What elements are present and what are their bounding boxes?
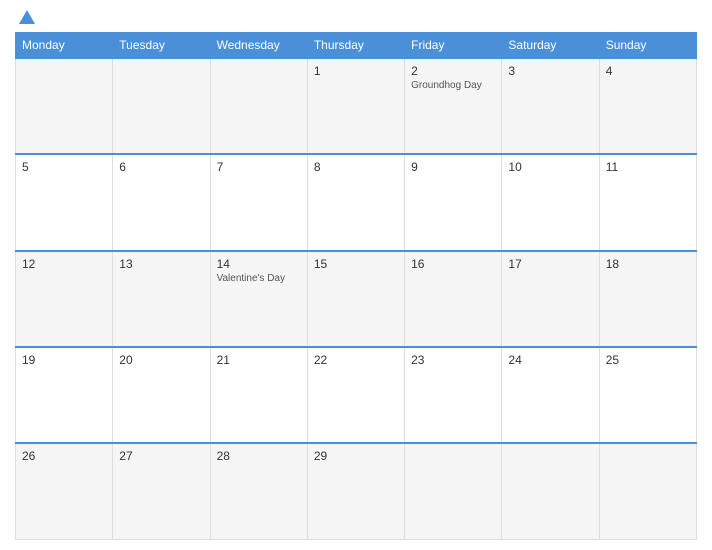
day-number: 7 <box>217 160 301 174</box>
week-row-3: 12 13 14 Valentine's Day 15 16 17 18 <box>16 251 697 347</box>
calendar-header: MondayTuesdayWednesdayThursdayFridaySatu… <box>16 33 697 59</box>
day-header-thursday: Thursday <box>307 33 404 59</box>
calendar-cell: 22 <box>307 347 404 443</box>
calendar-cell: 24 <box>502 347 599 443</box>
day-header-tuesday: Tuesday <box>113 33 210 59</box>
day-number: 16 <box>411 257 495 271</box>
day-number: 24 <box>508 353 592 367</box>
day-header-sunday: Sunday <box>599 33 696 59</box>
logo <box>15 10 35 24</box>
calendar-cell: 1 <box>307 58 404 154</box>
calendar-cell: 9 <box>405 154 502 250</box>
holiday-label: Valentine's Day <box>217 273 301 284</box>
day-number: 2 <box>411 64 495 78</box>
logo-triangle-icon <box>19 10 35 24</box>
calendar-cell: 25 <box>599 347 696 443</box>
calendar-cell: 7 <box>210 154 307 250</box>
calendar-cell: 19 <box>16 347 113 443</box>
day-number: 28 <box>217 449 301 463</box>
calendar-cell: 13 <box>113 251 210 347</box>
calendar-cell: 5 <box>16 154 113 250</box>
header <box>15 10 697 24</box>
day-header-wednesday: Wednesday <box>210 33 307 59</box>
calendar-cell: 16 <box>405 251 502 347</box>
calendar-cell <box>210 58 307 154</box>
calendar-cell: 21 <box>210 347 307 443</box>
day-number: 23 <box>411 353 495 367</box>
calendar-cell: 3 <box>502 58 599 154</box>
day-number: 14 <box>217 257 301 271</box>
calendar-cell: 4 <box>599 58 696 154</box>
day-number: 29 <box>314 449 398 463</box>
day-header-monday: Monday <box>16 33 113 59</box>
day-number: 20 <box>119 353 203 367</box>
days-header-row: MondayTuesdayWednesdayThursdayFridaySatu… <box>16 33 697 59</box>
calendar-cell <box>599 443 696 539</box>
week-row-1: 12 Groundhog Day 34 <box>16 58 697 154</box>
calendar-cell: 23 <box>405 347 502 443</box>
day-number: 4 <box>606 64 690 78</box>
calendar-cell: 26 <box>16 443 113 539</box>
week-row-5: 26 27 28 29 <box>16 443 697 539</box>
page: MondayTuesdayWednesdayThursdayFridaySatu… <box>0 0 712 550</box>
calendar-cell: 27 <box>113 443 210 539</box>
day-number: 26 <box>22 449 106 463</box>
day-number: 21 <box>217 353 301 367</box>
calendar-cell <box>113 58 210 154</box>
calendar-cell: 11 <box>599 154 696 250</box>
calendar-cell: 28 <box>210 443 307 539</box>
day-number: 3 <box>508 64 592 78</box>
day-header-saturday: Saturday <box>502 33 599 59</box>
calendar-body: 12Groundhog Day34567891011121314Valentin… <box>16 58 697 540</box>
calendar-cell: 18 <box>599 251 696 347</box>
calendar-cell: 17 <box>502 251 599 347</box>
calendar-cell: 6 <box>113 154 210 250</box>
day-number: 13 <box>119 257 203 271</box>
calendar-cell <box>405 443 502 539</box>
day-number: 18 <box>606 257 690 271</box>
day-number: 9 <box>411 160 495 174</box>
day-number: 12 <box>22 257 106 271</box>
day-number: 10 <box>508 160 592 174</box>
day-number: 8 <box>314 160 398 174</box>
calendar-cell: 8 <box>307 154 404 250</box>
day-number: 25 <box>606 353 690 367</box>
calendar-cell: 12 <box>16 251 113 347</box>
calendar-cell: 29 <box>307 443 404 539</box>
calendar-cell <box>502 443 599 539</box>
calendar-cell: 20 <box>113 347 210 443</box>
calendar-cell: 15 <box>307 251 404 347</box>
day-number: 11 <box>606 160 690 174</box>
holiday-label: Groundhog Day <box>411 80 495 91</box>
day-number: 6 <box>119 160 203 174</box>
week-row-2: 56789 10 11 <box>16 154 697 250</box>
calendar-cell: 2 Groundhog Day <box>405 58 502 154</box>
day-number: 15 <box>314 257 398 271</box>
calendar-cell <box>16 58 113 154</box>
day-header-friday: Friday <box>405 33 502 59</box>
day-number: 22 <box>314 353 398 367</box>
calendar-table: MondayTuesdayWednesdayThursdayFridaySatu… <box>15 32 697 540</box>
day-number: 19 <box>22 353 106 367</box>
day-number: 17 <box>508 257 592 271</box>
calendar-cell: 10 <box>502 154 599 250</box>
day-number: 5 <box>22 160 106 174</box>
day-number: 1 <box>314 64 398 78</box>
calendar-cell: 14 Valentine's Day <box>210 251 307 347</box>
day-number: 27 <box>119 449 203 463</box>
week-row-4: 19 20 21 22 23 24 25 <box>16 347 697 443</box>
